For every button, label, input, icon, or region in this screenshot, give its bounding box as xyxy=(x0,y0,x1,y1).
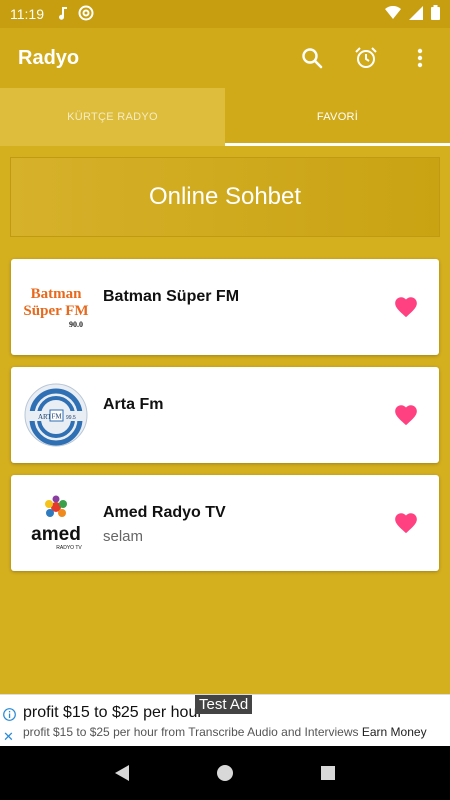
more-vert-icon[interactable] xyxy=(408,46,432,70)
station-logo-batman: Batman Süper FM 90.0 xyxy=(23,274,89,340)
logo-text-line2: FM xyxy=(51,413,62,421)
music-note-icon xyxy=(58,6,68,23)
logo-text-line3: 90.0 xyxy=(69,320,83,329)
battery-icon xyxy=(431,5,440,23)
station-card-arta[interactable]: ARTA FM 99.5 Arta Fm xyxy=(11,367,439,463)
ad-body: profit $15 to $25 per hour from Transcri… xyxy=(23,725,359,739)
logo-text-line2: Süper FM xyxy=(23,303,88,319)
ad-banner[interactable]: ✕ profit $15 to $25 per hour profit $15 … xyxy=(0,694,450,746)
tab-kurtce-radyo[interactable]: KÜRTÇE RADYO xyxy=(0,88,225,146)
favorite-heart-icon[interactable] xyxy=(393,294,419,320)
station-card-amed[interactable]: amed RADYO TV Amed Radyo TV selam xyxy=(11,475,439,571)
favorite-heart-icon[interactable] xyxy=(393,510,419,536)
alarm-icon[interactable] xyxy=(354,46,378,70)
online-sohbet-banner[interactable]: Online Sohbet xyxy=(10,157,440,237)
app-bar: Radyo xyxy=(0,28,450,88)
station-name: Batman Süper FM xyxy=(103,288,240,305)
tab-bar: KÜRTÇE RADYO FAVORİ xyxy=(0,88,450,146)
status-bar: 11:19 xyxy=(0,0,450,28)
signal-icon xyxy=(409,5,423,23)
station-logo-arta: ARTA FM 99.5 xyxy=(23,382,89,448)
ad-cta[interactable]: Earn Money xyxy=(362,725,427,739)
recents-icon[interactable] xyxy=(317,762,339,784)
station-name: Arta Fm xyxy=(103,396,164,413)
ad-headline: profit $15 to $25 per hour xyxy=(23,704,203,721)
home-icon[interactable] xyxy=(214,762,236,784)
wifi-icon xyxy=(385,5,401,23)
at-sign-icon xyxy=(78,5,94,24)
main-content: Online Sohbet Batman Süper FM 90.0 Batma… xyxy=(0,146,450,694)
test-ad-badge: Test Ad xyxy=(195,695,253,714)
favorite-heart-icon[interactable] xyxy=(393,402,419,428)
logo-text-line1: Batman xyxy=(31,286,82,302)
station-card-batman[interactable]: Batman Süper FM 90.0 Batman Süper FM xyxy=(11,259,439,355)
app-title: Radyo xyxy=(18,46,80,69)
tab-favori[interactable]: FAVORİ xyxy=(225,88,450,146)
back-icon[interactable] xyxy=(111,762,133,784)
close-icon[interactable]: ✕ xyxy=(3,729,14,745)
status-time: 11:19 xyxy=(10,6,44,22)
logo-text-line3: 99.5 xyxy=(66,415,76,421)
ad-body-line: profit $15 to $25 per hour from Transcri… xyxy=(23,725,427,739)
station-name: Amed Radyo TV xyxy=(103,504,226,521)
system-nav-bar xyxy=(0,746,450,800)
logo-text-line2: RADYO TV xyxy=(56,545,82,551)
info-icon[interactable] xyxy=(3,708,16,726)
station-subtitle: selam xyxy=(103,528,144,545)
logo-text-line1: amed xyxy=(31,524,81,545)
station-logo-amed: amed RADYO TV xyxy=(23,490,89,556)
search-icon[interactable] xyxy=(300,46,324,70)
